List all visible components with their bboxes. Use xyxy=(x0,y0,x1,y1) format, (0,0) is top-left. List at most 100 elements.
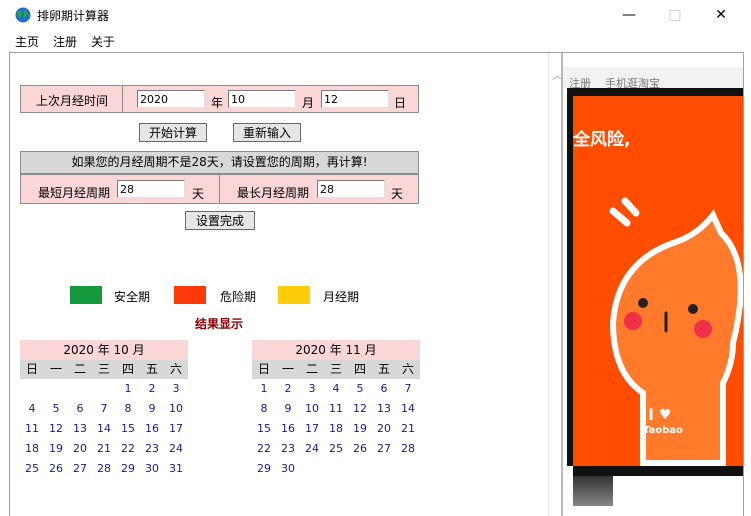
calendar-day[interactable]: 21 xyxy=(396,419,420,439)
minimize-button[interactable]: — xyxy=(606,0,652,30)
calendar-day[interactable]: 10 xyxy=(164,399,188,419)
calendar-day[interactable]: 28 xyxy=(92,459,116,479)
calendar-day[interactable]: 4 xyxy=(324,379,348,399)
calendar-day[interactable]: 6 xyxy=(68,399,92,419)
ad-panel[interactable]: 注册 手机逛淘宝 全风险, I ♥ Taobao xyxy=(563,53,743,516)
result-title: 结果显示 xyxy=(195,317,244,331)
calendar-day[interactable]: 14 xyxy=(396,399,420,419)
calendar-empty-cell xyxy=(44,379,68,399)
min-cycle-input[interactable] xyxy=(117,180,185,198)
calendar-day[interactable]: 7 xyxy=(396,379,420,399)
calendar-day[interactable]: 5 xyxy=(348,379,372,399)
reset-button[interactable]: 重新输入 xyxy=(233,123,301,142)
calendar-day[interactable]: 19 xyxy=(44,439,68,459)
danger-period-swatch xyxy=(174,286,206,304)
calendar-day[interactable]: 10 xyxy=(300,399,324,419)
calendar-day[interactable]: 8 xyxy=(252,399,276,419)
calendar-day[interactable]: 2 xyxy=(140,379,164,399)
calendar-day[interactable]: 11 xyxy=(324,399,348,419)
settings-done-button[interactable]: 设置完成 xyxy=(185,211,255,230)
maximize-button[interactable]: □ xyxy=(652,0,698,30)
weekday-wed: 三 xyxy=(329,362,342,376)
menu-item-home[interactable]: 主页 xyxy=(15,33,39,50)
calendar-day[interactable]: 9 xyxy=(140,399,164,419)
calendar-day[interactable]: 12 xyxy=(44,419,68,439)
calendar-day[interactable]: 13 xyxy=(372,399,396,419)
day-input[interactable] xyxy=(321,90,389,108)
weekday-sat: 六 xyxy=(401,362,414,376)
calendar-day[interactable]: 8 xyxy=(116,399,140,419)
month-unit: 月 xyxy=(302,96,315,110)
calendar-day[interactable]: 29 xyxy=(116,459,140,479)
calendar-day[interactable]: 15 xyxy=(252,419,276,439)
calendar-day[interactable]: 2 xyxy=(276,379,300,399)
calendar-day[interactable]: 17 xyxy=(300,419,324,439)
title-bar: 排卵期计算器 — □ ✕ xyxy=(0,0,751,30)
calendar-day[interactable]: 28 xyxy=(396,439,420,459)
calendar-day[interactable]: 25 xyxy=(324,439,348,459)
weekday-header: 日 一 二 三 四 五 六 xyxy=(252,360,420,379)
month-input[interactable] xyxy=(228,90,296,108)
calendar-day[interactable]: 22 xyxy=(116,439,140,459)
calendar-day[interactable]: 16 xyxy=(140,419,164,439)
year-input[interactable] xyxy=(137,90,205,108)
calendar-day[interactable]: 20 xyxy=(68,439,92,459)
calendar-day[interactable]: 23 xyxy=(276,439,300,459)
calendar-day[interactable]: 6 xyxy=(372,379,396,399)
calendar-day[interactable]: 3 xyxy=(300,379,324,399)
weekday-wed: 三 xyxy=(97,362,110,376)
calendar-day[interactable]: 30 xyxy=(140,459,164,479)
taobao-mascot-icon xyxy=(609,197,743,466)
close-button[interactable]: ✕ xyxy=(698,0,744,30)
calendar-day[interactable]: 15 xyxy=(116,419,140,439)
weekday-sat: 六 xyxy=(169,362,182,376)
calendar-day[interactable]: 24 xyxy=(300,439,324,459)
calendar-day[interactable]: 22 xyxy=(252,439,276,459)
weekday-thu: 四 xyxy=(353,362,366,376)
calendar-day[interactable]: 1 xyxy=(252,379,276,399)
calendar-day[interactable]: 13 xyxy=(68,419,92,439)
max-cycle-label: 最长月经周期 xyxy=(237,186,310,200)
calendar-day[interactable]: 3 xyxy=(164,379,188,399)
calendar-day[interactable]: 26 xyxy=(44,459,68,479)
start-calc-button[interactable]: 开始计算 xyxy=(139,123,207,142)
calendar-day[interactable]: 18 xyxy=(324,419,348,439)
calendar-day[interactable]: 16 xyxy=(276,419,300,439)
calendar-day[interactable]: 26 xyxy=(348,439,372,459)
monitor-stand xyxy=(573,476,613,506)
calendar-day[interactable]: 7 xyxy=(92,399,116,419)
cycle-notice: 如果您的月经周期不是28天，请设置您的周期，再计算! xyxy=(20,151,419,174)
calendar-day[interactable]: 4 xyxy=(20,399,44,419)
weekday-thu: 四 xyxy=(121,362,134,376)
calendar-day[interactable]: 25 xyxy=(20,459,44,479)
calendar-day[interactable]: 19 xyxy=(348,419,372,439)
calendar-day[interactable]: 18 xyxy=(20,439,44,459)
min-cycle-unit: 天 xyxy=(192,187,205,201)
calendar-day[interactable]: 24 xyxy=(164,439,188,459)
calendar-day[interactable]: 23 xyxy=(140,439,164,459)
calendar-day[interactable]: 27 xyxy=(372,439,396,459)
calendar-day[interactable]: 14 xyxy=(92,419,116,439)
calendar-title: 2020 年 10 月 xyxy=(20,340,188,360)
vertical-scrollbar[interactable] xyxy=(548,53,562,516)
calendar-day[interactable]: 27 xyxy=(68,459,92,479)
calendar-day[interactable]: 21 xyxy=(92,439,116,459)
calendar-day[interactable]: 5 xyxy=(44,399,68,419)
calendar-day[interactable]: 11 xyxy=(20,419,44,439)
calendar-days: 1 2 3 4 5 6 7 8 9 10 11 12 13 14 15 16 17 18 19 20 21 22 23 24 2… xyxy=(252,379,420,479)
calendar-day[interactable]: 12 xyxy=(348,399,372,419)
calendar-day[interactable]: 9 xyxy=(276,399,300,419)
menu-item-about[interactable]: 关于 xyxy=(91,33,115,50)
ad-slogan: 全风险, xyxy=(573,130,631,150)
calendar-day[interactable]: 29 xyxy=(252,459,276,479)
calendar-day[interactable]: 17 xyxy=(164,419,188,439)
calendar-day[interactable]: 1 xyxy=(116,379,140,399)
calendar-day[interactable]: 20 xyxy=(372,419,396,439)
weekday-sun: 日 xyxy=(257,362,270,376)
calendar-day[interactable]: 30 xyxy=(276,459,300,479)
calendar-day[interactable]: 31 xyxy=(164,459,188,479)
weekday-mon: 一 xyxy=(49,362,62,376)
calendar-empty-cell xyxy=(68,379,92,399)
menu-item-register[interactable]: 注册 xyxy=(53,33,77,50)
max-cycle-input[interactable] xyxy=(317,180,385,198)
